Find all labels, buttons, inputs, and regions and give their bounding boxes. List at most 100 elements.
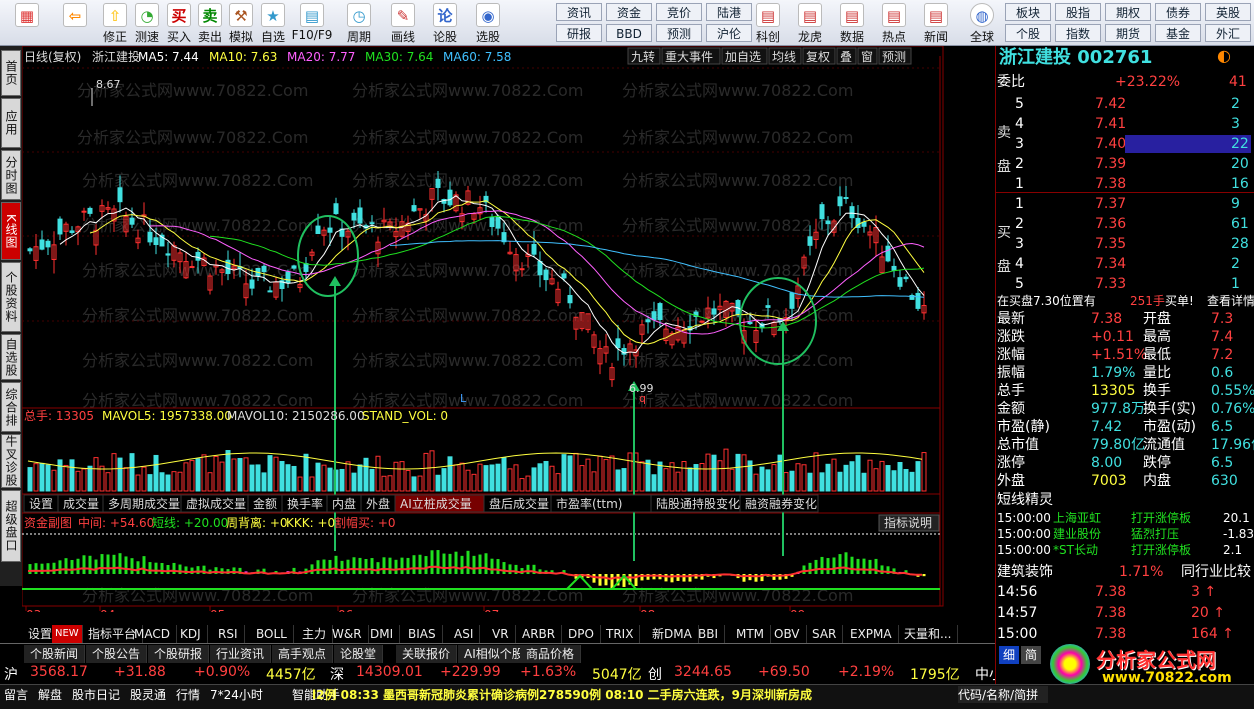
sub-tab-6[interactable]: 关联报价 (396, 645, 458, 663)
sub-tab-8[interactable]: 商品价格 (520, 645, 582, 663)
toolbar-button-4[interactable]: 买买入 (164, 1, 194, 45)
toolbar-button-5[interactable]: 卖卖出 (196, 1, 224, 45)
toolbar-small-3[interactable]: 陆港 (706, 3, 752, 21)
toolbar-button-0[interactable]: ▦ (4, 1, 50, 45)
sub-tab-0[interactable]: 个股新闻 (24, 645, 86, 663)
ind-tab-8[interactable]: W&R (326, 625, 369, 643)
status-2[interactable]: 股市日记 (72, 686, 120, 703)
kline-chart[interactable]: 分析家公式网www.70822.Com 分析家公式网www.70822.Com 分析… (22, 46, 944, 612)
stat-row-6: 市盈(静) 7.42 市盈(动) 6.5 (995, 418, 1245, 436)
toolbar-small2-6[interactable]: 指数 (1055, 24, 1101, 42)
toolbar-button-10[interactable]: ✎ 画线 (384, 1, 422, 45)
stat-row-9: 外盘 7003 内盘 630 (995, 472, 1245, 490)
theme-icon[interactable]: ◐ (1217, 46, 1231, 66)
toolbar-small2-9[interactable]: 外汇 (1205, 24, 1251, 42)
toolbar-small-5[interactable]: BBD (606, 24, 652, 42)
toolbar-small2-8[interactable]: 基金 (1155, 24, 1201, 42)
sub-tab-3[interactable]: 行业资讯 (210, 645, 272, 663)
ind-tab-5[interactable]: RSI (212, 625, 245, 643)
toolbar-button-12[interactable]: ◉ 选股 (468, 1, 508, 45)
ind-tab-22[interactable]: 天量和... (898, 625, 959, 643)
ind-tab-14[interactable]: DPO (562, 625, 601, 643)
ind-tab-13[interactable]: ARBR (516, 625, 563, 643)
toolbar-icon-8: ▤ (300, 3, 324, 27)
toolbar-small2-4[interactable]: 英股 (1205, 3, 1251, 21)
toolbar-button2-4[interactable]: ▤ 新闻 (916, 1, 956, 45)
ind-tab-20[interactable]: SAR (806, 625, 844, 643)
side-tab-1[interactable]: 应用 (1, 98, 21, 148)
toolbar-button-9[interactable]: ◷ 周期 (336, 1, 382, 45)
ind-tab-9[interactable]: DMI (364, 625, 401, 643)
toolbar-button-2[interactable]: ⇧ 修正 (100, 1, 130, 45)
toolbar-small2-0[interactable]: 板块 (1005, 3, 1051, 21)
toolbar-button-1[interactable]: ⇦ (52, 1, 98, 45)
toolbar-small2-3[interactable]: 债券 (1155, 3, 1201, 21)
globe-button[interactable]: ◍ 全球 (962, 1, 1002, 45)
chart-svg[interactable]: 分析家公式网www.70822.Com 分析家公式网www.70822.Com 分析… (22, 46, 944, 612)
logo-url: www.70822.com (1102, 670, 1232, 686)
weibi-num: 41 (1229, 74, 1247, 90)
toolbar2-icon-0: ▤ (756, 3, 780, 27)
ind-tab-10[interactable]: BIAS (402, 625, 443, 643)
ind-tab-12[interactable]: VR (486, 625, 516, 643)
toolbar-button2-0[interactable]: ▤ 科创 (748, 1, 788, 45)
toolbar-button-7[interactable]: ★ 自选 (258, 1, 288, 45)
toolbar-button-11[interactable]: 论论股 (424, 1, 466, 45)
side-tab-6[interactable]: 综合排名 (1, 382, 21, 432)
sub-tab-4[interactable]: 高手观点 (272, 645, 334, 663)
side-tab-3[interactable]: K线图 (1, 202, 21, 260)
sub-tab-2[interactable]: 个股研报 (148, 645, 210, 663)
toolbar-button-8[interactable]: ▤ F10/F9 (290, 1, 334, 45)
toolbar-small-2[interactable]: 竞价 (656, 3, 702, 21)
ind-tab-1[interactable]: NEW (52, 625, 83, 643)
stat-value: +1.51% (1091, 347, 1148, 363)
status-3[interactable]: 股灵通 (130, 686, 166, 703)
toolbar-small2-1[interactable]: 股指 (1055, 3, 1101, 21)
ind-tab-4[interactable]: KDJ (174, 625, 208, 643)
status-right[interactable]: 代码/名称/简拼 (958, 686, 1048, 703)
toolbar-button2-3[interactable]: ▤ 热点 (874, 1, 914, 45)
side-tab-5[interactable]: 自选股 (1, 334, 21, 380)
toolbar-label-3: 测速 (134, 30, 159, 44)
status-1[interactable]: 解盘 (38, 686, 62, 703)
ind-tab-18[interactable]: MTM (730, 625, 772, 643)
ind-tab-21[interactable]: EXPMA (844, 625, 899, 643)
side-tab-0[interactable]: 首页 (1, 50, 21, 96)
toolbar-button-6[interactable]: ⚒ 模拟 (226, 1, 256, 45)
toolbar-small2-5[interactable]: 个股 (1005, 24, 1051, 42)
toolbar-button-3[interactable]: ◔ 测速 (132, 1, 162, 45)
side-tab-2[interactable]: 分时图 (1, 150, 21, 200)
ind-tab-17[interactable]: BBI (692, 625, 726, 643)
sub-tab-1[interactable]: 个股公告 (86, 645, 148, 663)
side-tab-7[interactable]: 牛叉诊股 (1, 434, 21, 488)
ind-tab-3[interactable]: MACD (128, 625, 177, 643)
toolbar-button2-2[interactable]: ▤ 数据 (832, 1, 872, 45)
toolbar-small-6[interactable]: 预测 (656, 24, 702, 42)
notice-more[interactable]: 查看详情 (1207, 291, 1254, 311)
sub-tab-5[interactable]: 论股堂 (334, 645, 384, 663)
ind-tab-15[interactable]: TRIX (600, 625, 641, 643)
toolbar-small2-2[interactable]: 期权 (1105, 3, 1151, 21)
toolbar-icon-11: 论 (433, 3, 457, 27)
status-0[interactable]: 留言 (4, 686, 28, 703)
side-tab-8[interactable]: 超级盘口 (1, 490, 21, 562)
industry-compare[interactable]: 同行业比较 (1181, 562, 1251, 582)
ind-tab-6[interactable]: BOLL (250, 625, 294, 643)
index-0-4: 4457亿 (266, 667, 316, 683)
toolbar-small-0[interactable]: 资讯 (556, 3, 602, 21)
side-tab-4[interactable]: 个股资料 (1, 262, 21, 332)
ind-tab-16[interactable]: 新DMA (646, 625, 699, 643)
toolbar-label-10: 画线 (390, 30, 415, 44)
status-4[interactable]: 行情 (176, 686, 200, 703)
trade-row-1: 14:57 7.38 20 ↑ (995, 603, 1245, 623)
ind-tab-19[interactable]: OBV (768, 625, 807, 643)
toolbar-small-4[interactable]: 研报 (556, 24, 602, 42)
toolbar-small2-7[interactable]: 期货 (1105, 24, 1151, 42)
status-5[interactable]: 7*24小时 (210, 686, 263, 703)
toolbar-small-7[interactable]: 沪伦 (706, 24, 752, 42)
right-tab-0[interactable]: 细 (999, 646, 1019, 664)
ind-tab-11[interactable]: ASI (448, 625, 481, 643)
toolbar-button2-1[interactable]: ▤ 龙虎 (790, 1, 830, 45)
toolbar-small-1[interactable]: 资金 (606, 3, 652, 21)
right-tab-1[interactable]: 简 (1021, 646, 1041, 664)
